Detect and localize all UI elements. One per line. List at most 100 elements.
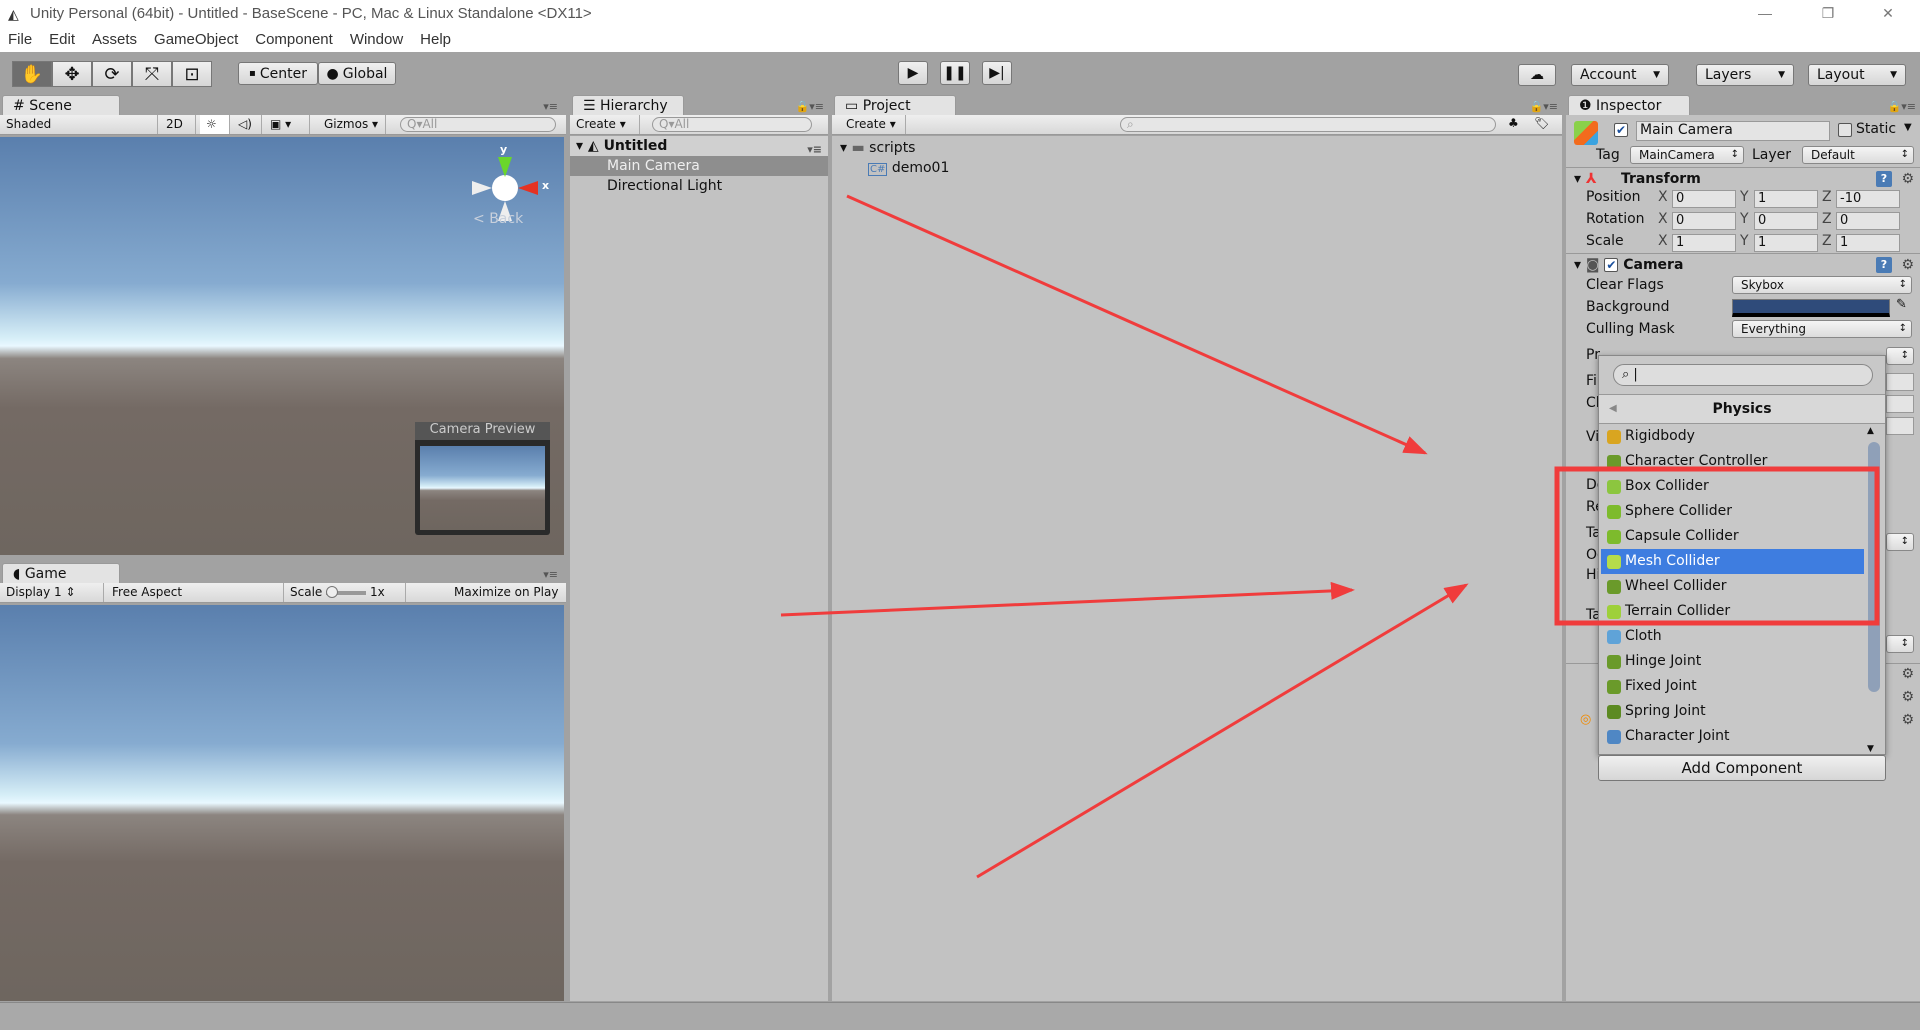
component-item[interactable]: Capsule Collider [1601, 524, 1864, 549]
component-item[interactable]: Cloth [1601, 624, 1864, 649]
2d-toggle[interactable]: 2D [160, 115, 196, 134]
tag-dropdown[interactable]: MainCamera [1630, 146, 1744, 164]
component-item[interactable]: Sphere Collider [1601, 499, 1864, 524]
hierarchy-item-main-camera[interactable]: Main Camera [570, 156, 828, 176]
projection-dropdown[interactable] [1886, 347, 1914, 365]
scale-tool-button[interactable]: ⤧ [132, 61, 172, 87]
target-eye-dropdown[interactable] [1886, 635, 1914, 653]
list-scrollbar[interactable]: ▲ ▼ [1867, 426, 1881, 756]
transform-z-field[interactable]: -10 [1836, 190, 1900, 208]
gizmo-center[interactable] [492, 175, 518, 201]
component-item[interactable]: Fixed Joint [1601, 674, 1864, 699]
camera-enabled-checkbox[interactable]: ✔ [1604, 258, 1619, 272]
component-item[interactable]: Mesh Collider [1601, 549, 1864, 574]
clear-flags-dropdown[interactable]: Skybox [1732, 276, 1912, 294]
lock-icon[interactable]: 🔒▾≡ [1888, 100, 1916, 113]
layout-dropdown[interactable]: Layout ▼ [1808, 64, 1906, 86]
component-search-input[interactable]: ⌕ | [1613, 364, 1873, 386]
help-icon[interactable]: ? [1876, 171, 1892, 187]
transform-header[interactable]: ▾ ⅄ Transform? ⚙ [1566, 167, 1920, 189]
scrollbar-thumb[interactable] [1868, 442, 1880, 692]
project-file-demo01[interactable]: C# demo01 [832, 158, 1562, 178]
account-dropdown[interactable]: Account ▼ [1571, 64, 1669, 86]
minimize-button[interactable]: — [1742, 0, 1788, 27]
rotate-tool-button[interactable]: ⟳ [92, 61, 132, 87]
component-item[interactable]: Box Collider [1601, 474, 1864, 499]
transform-y-field[interactable]: 1 [1754, 190, 1818, 208]
menu-gameobject[interactable]: GameObject [154, 31, 238, 48]
tab-inspector[interactable]: ❶ Inspector [1568, 95, 1690, 115]
gear-icon[interactable]: ⚙ [1901, 254, 1914, 276]
hand-tool-button[interactable]: ✋ [12, 61, 52, 87]
tab-hierarchy[interactable]: ☰ Hierarchy [572, 95, 684, 115]
component-item[interactable]: Hinge Joint [1601, 649, 1864, 674]
component-item[interactable]: Rigidbody [1601, 424, 1864, 449]
add-component-button[interactable]: Add Component [1598, 755, 1886, 781]
aspect-dropdown[interactable]: Free Aspect [106, 583, 284, 602]
fov-field[interactable] [1886, 373, 1914, 391]
layers-dropdown[interactable]: Layers ▼ [1696, 64, 1794, 86]
transform-x-field[interactable]: 0 [1672, 212, 1736, 230]
scroll-up-icon[interactable]: ▲ [1867, 426, 1874, 436]
menu-edit[interactable]: Edit [49, 31, 75, 48]
filter-label-icon[interactable]: 🏷 [1534, 116, 1549, 130]
culling-mask-dropdown[interactable]: Everything [1732, 320, 1912, 338]
static-dropdown-icon[interactable]: ▼ [1904, 122, 1912, 133]
gear-icon[interactable]: ⚙ [1901, 666, 1914, 682]
move-tool-button[interactable]: ✥ [52, 61, 92, 87]
transform-x-field[interactable]: 1 [1672, 234, 1736, 252]
maximize-on-play-toggle[interactable]: Maximize on Play [448, 583, 566, 602]
project-folder-scripts[interactable]: ▾ ▬ scripts [832, 138, 1562, 158]
close-button[interactable]: ✕ [1865, 0, 1911, 27]
lighting-toggle[interactable]: ☼ [200, 115, 230, 134]
gear-icon[interactable]: ⚙ [1901, 712, 1914, 728]
transform-x-field[interactable]: 0 [1672, 190, 1736, 208]
rendering-path-dropdown[interactable] [1886, 533, 1914, 551]
project-search-input[interactable]: ⌕ [1120, 117, 1496, 132]
clip-far-field[interactable] [1886, 417, 1914, 435]
gizmo-x-cone[interactable] [518, 181, 538, 195]
scroll-down-icon[interactable]: ▼ [1867, 744, 1874, 754]
gear-icon[interactable]: ⚙ [1901, 168, 1914, 190]
transform-z-field[interactable]: 1 [1836, 234, 1900, 252]
layer-dropdown[interactable]: Default [1802, 146, 1914, 164]
hierarchy-create-button[interactable]: Create ▾ [570, 115, 640, 134]
menu-assets[interactable]: Assets [92, 31, 137, 48]
clip-near-field[interactable] [1886, 395, 1914, 413]
panel-menu-icon[interactable]: ▾≡ [543, 568, 558, 581]
menu-component[interactable]: Component [255, 31, 333, 48]
pause-button[interactable]: ❚❚ [940, 61, 970, 85]
tab-game[interactable]: ◖ Game [2, 563, 120, 583]
step-button[interactable]: ▶| [982, 61, 1012, 85]
hierarchy-search-input[interactable]: Q▾All [652, 117, 812, 132]
eyedropper-icon[interactable]: ✎ [1896, 297, 1907, 312]
gear-icon[interactable]: ⚙ [1901, 689, 1914, 705]
background-color-swatch[interactable] [1732, 299, 1890, 317]
scale-track[interactable] [326, 585, 367, 598]
effects-dropdown[interactable]: ▣ ▾ [264, 115, 310, 134]
panel-menu-icon[interactable]: ▾≡ [543, 100, 558, 113]
tab-scene[interactable]: # Scene [2, 95, 120, 115]
rect-tool-button[interactable]: ⊡ [172, 61, 212, 87]
component-item[interactable]: Character Joint [1601, 724, 1864, 749]
component-item[interactable]: Spring Joint [1601, 699, 1864, 724]
active-checkbox[interactable]: ✔ [1614, 123, 1628, 137]
menu-file[interactable]: File [8, 31, 32, 48]
camera-header[interactable]: ▾ ◙ ✔ Camera? ⚙ [1566, 253, 1920, 275]
back-arrow-icon[interactable]: ◀ [1609, 395, 1617, 423]
collab-cloud-button[interactable]: ☁ [1518, 64, 1556, 86]
view-label[interactable]: < Back [473, 211, 523, 227]
gizmo-neg-x-cone[interactable] [472, 181, 492, 195]
display-dropdown[interactable]: Display 1 ⇕ [0, 583, 104, 602]
play-button[interactable]: ▶ [898, 61, 928, 85]
transform-y-field[interactable]: 0 [1754, 212, 1818, 230]
game-viewport[interactable] [0, 605, 564, 1001]
pivot-center-button[interactable]: ▪ Center [238, 62, 318, 85]
menu-help[interactable]: Help [420, 31, 451, 48]
hierarchy-item-directional-light[interactable]: Directional Light [570, 176, 828, 196]
tab-project[interactable]: ▭ Project [834, 95, 956, 115]
object-name-field[interactable]: Main Camera [1636, 121, 1830, 141]
menu-window[interactable]: Window [350, 31, 403, 48]
scene-root-item[interactable]: ▾ ◭ Untitled ▾≡ [570, 136, 828, 156]
scene-search-input[interactable]: Q▾All [400, 117, 556, 132]
